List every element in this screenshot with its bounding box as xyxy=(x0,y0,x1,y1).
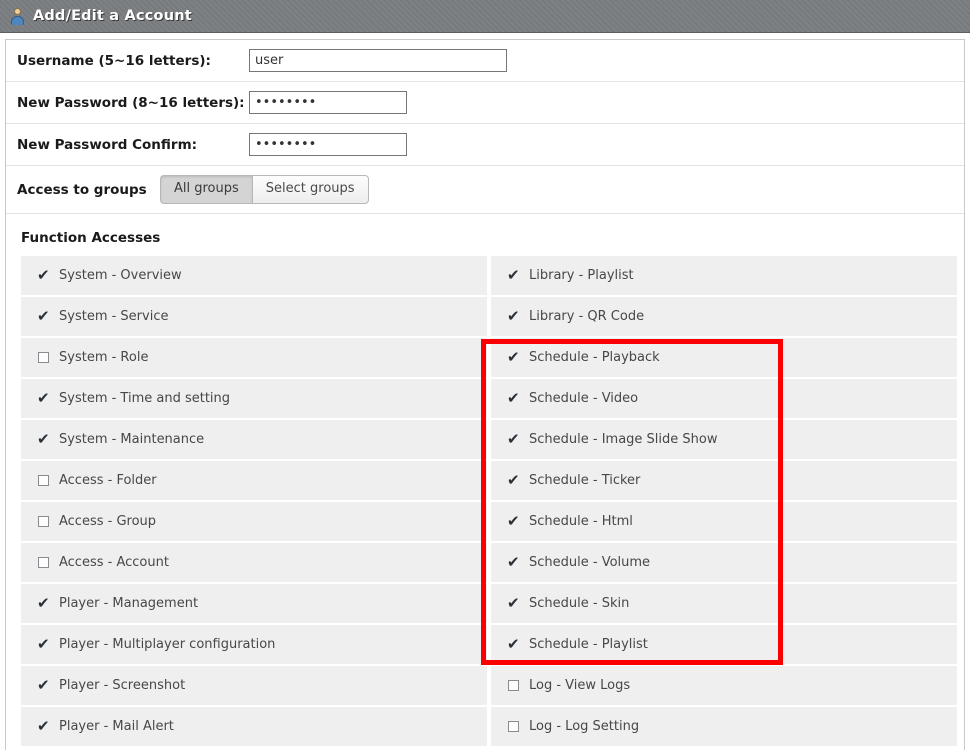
checkmark-icon[interactable]: ✔ xyxy=(507,514,529,529)
permission-row[interactable]: ✔ Player - Mail Alert xyxy=(21,707,487,748)
checkbox-unchecked-icon[interactable] xyxy=(507,680,529,691)
new-password-row: New Password (8~16 letters): xyxy=(6,82,964,124)
function-accesses-grid: ✔ System - Overview ✔ System - Service Syste… xyxy=(6,256,964,748)
permission-row[interactable]: ✔ Player - Screenshot xyxy=(21,666,487,707)
checkmark-icon[interactable]: ✔ xyxy=(37,432,59,447)
permission-row[interactable]: System - Role xyxy=(21,338,487,379)
checkmark-icon[interactable]: ✔ xyxy=(507,555,529,570)
permission-label: System - Role xyxy=(59,350,149,365)
function-accesses-right-column: ✔ Library - Playlist ✔ Library - QR Code ✔ Sc… xyxy=(491,256,957,748)
permission-row[interactable]: ✔ System - Service xyxy=(21,297,487,338)
checkmark-icon[interactable]: ✔ xyxy=(37,678,59,693)
permission-label: Schedule - Html xyxy=(529,514,633,529)
checkbox-unchecked-icon[interactable] xyxy=(37,557,59,568)
new-password-input[interactable] xyxy=(249,91,407,114)
permission-label: Schedule - Playback xyxy=(529,350,660,365)
checkmark-icon[interactable]: ✔ xyxy=(37,596,59,611)
permission-label: System - Overview xyxy=(59,268,182,283)
access-to-groups-toggle: All groups Select groups xyxy=(160,175,369,204)
permission-row[interactable]: ✔ Schedule - Skin xyxy=(491,584,957,625)
permission-row[interactable]: ✔ Schedule - Playback xyxy=(491,338,957,379)
account-form-panel: Username (5~16 letters): New Password (8… xyxy=(5,39,965,750)
permission-row[interactable]: ✔ Schedule - Volume xyxy=(491,543,957,584)
checkmark-icon[interactable]: ✔ xyxy=(507,391,529,406)
permission-row[interactable]: Log - View Logs xyxy=(491,666,957,707)
checkmark-icon[interactable]: ✔ xyxy=(507,596,529,611)
permission-row[interactable]: ✔ Player - Management xyxy=(21,584,487,625)
new-password-confirm-label: New Password Confirm: xyxy=(17,136,198,153)
permission-label: Player - Screenshot xyxy=(59,678,186,693)
window-titlebar: Add/Edit a Account xyxy=(0,0,970,33)
permission-row[interactable]: ✔ Schedule - Html xyxy=(491,502,957,543)
permission-label: Schedule - Skin xyxy=(529,596,630,611)
checkmark-icon[interactable]: ✔ xyxy=(507,432,529,447)
permission-label: Log - View Logs xyxy=(529,678,631,693)
checkbox-unchecked-icon[interactable] xyxy=(37,516,59,527)
permission-label: Player - Multiplayer configuration xyxy=(59,637,276,652)
permission-row[interactable]: ✔ Library - Playlist xyxy=(491,256,957,297)
permission-label: Player - Management xyxy=(59,596,199,611)
permission-label: Schedule - Image Slide Show xyxy=(529,432,718,447)
permission-label: Schedule - Volume xyxy=(529,555,651,570)
permission-row[interactable]: ✔ Schedule - Ticker xyxy=(491,461,957,502)
new-password-confirm-row: New Password Confirm: xyxy=(6,124,964,166)
window-title: Add/Edit a Account xyxy=(33,8,192,24)
checkbox-unchecked-icon[interactable] xyxy=(37,475,59,486)
all-groups-button[interactable]: All groups xyxy=(160,175,252,204)
checkmark-icon[interactable]: ✔ xyxy=(507,309,529,324)
permission-label: System - Service xyxy=(59,309,169,324)
function-accesses-left-column: ✔ System - Overview ✔ System - Service Syste… xyxy=(21,256,487,748)
permission-row[interactable]: Log - Log Setting xyxy=(491,707,957,748)
permission-row[interactable]: ✔ System - Maintenance xyxy=(21,420,487,461)
permission-label: Schedule - Video xyxy=(529,391,639,406)
checkmark-icon[interactable]: ✔ xyxy=(37,268,59,283)
permission-label: Log - Log Setting xyxy=(529,719,640,734)
account-editor-page: Add/Edit a Account Username (5~16 letter… xyxy=(0,0,970,750)
permission-row[interactable]: ✔ System - Overview xyxy=(21,256,487,297)
permission-label: System - Time and setting xyxy=(59,391,231,406)
function-accesses-title: Function Accesses xyxy=(21,230,161,246)
checkmark-icon[interactable]: ✔ xyxy=(507,268,529,283)
username-row: Username (5~16 letters): xyxy=(6,40,964,82)
permission-label: Schedule - Playlist xyxy=(529,637,648,652)
checkmark-icon[interactable]: ✔ xyxy=(37,719,59,734)
select-groups-button[interactable]: Select groups xyxy=(251,175,369,204)
permission-label: Access - Account xyxy=(59,555,169,570)
permission-row[interactable]: ✔ Schedule - Playlist xyxy=(491,625,957,666)
checkbox-unchecked-icon[interactable] xyxy=(507,721,529,732)
new-password-label: New Password (8~16 letters): xyxy=(17,94,245,111)
checkbox-unchecked-icon[interactable] xyxy=(37,352,59,363)
permission-label: Access - Folder xyxy=(59,473,157,488)
access-to-groups-row: Access to groups All groups Select group… xyxy=(6,166,964,214)
user-account-icon xyxy=(10,7,25,25)
username-label: Username (5~16 letters): xyxy=(17,52,211,69)
permission-label: Access - Group xyxy=(59,514,157,529)
checkmark-icon[interactable]: ✔ xyxy=(37,309,59,324)
checkmark-icon[interactable]: ✔ xyxy=(37,637,59,652)
permission-row[interactable]: ✔ Schedule - Video xyxy=(491,379,957,420)
permission-row[interactable]: ✔ Schedule - Image Slide Show xyxy=(491,420,957,461)
checkmark-icon[interactable]: ✔ xyxy=(507,350,529,365)
permission-row[interactable]: ✔ Library - QR Code xyxy=(491,297,957,338)
checkmark-icon[interactable]: ✔ xyxy=(507,473,529,488)
permission-label: Schedule - Ticker xyxy=(529,473,641,488)
permission-row[interactable]: ✔ System - Time and setting xyxy=(21,379,487,420)
permission-row[interactable]: ✔ Player - Multiplayer configuration xyxy=(21,625,487,666)
permission-label: Player - Mail Alert xyxy=(59,719,174,734)
checkmark-icon[interactable]: ✔ xyxy=(37,391,59,406)
checkmark-icon[interactable]: ✔ xyxy=(507,637,529,652)
username-input[interactable] xyxy=(249,49,507,72)
new-password-confirm-input[interactable] xyxy=(249,133,407,156)
permission-label: System - Maintenance xyxy=(59,432,205,447)
permission-row[interactable]: Access - Group xyxy=(21,502,487,543)
permission-label: Library - Playlist xyxy=(529,268,634,283)
access-to-groups-label: Access to groups xyxy=(17,181,147,198)
permission-label: Library - QR Code xyxy=(529,309,645,324)
permission-row[interactable]: Access - Account xyxy=(21,543,487,584)
permission-row[interactable]: Access - Folder xyxy=(21,461,487,502)
